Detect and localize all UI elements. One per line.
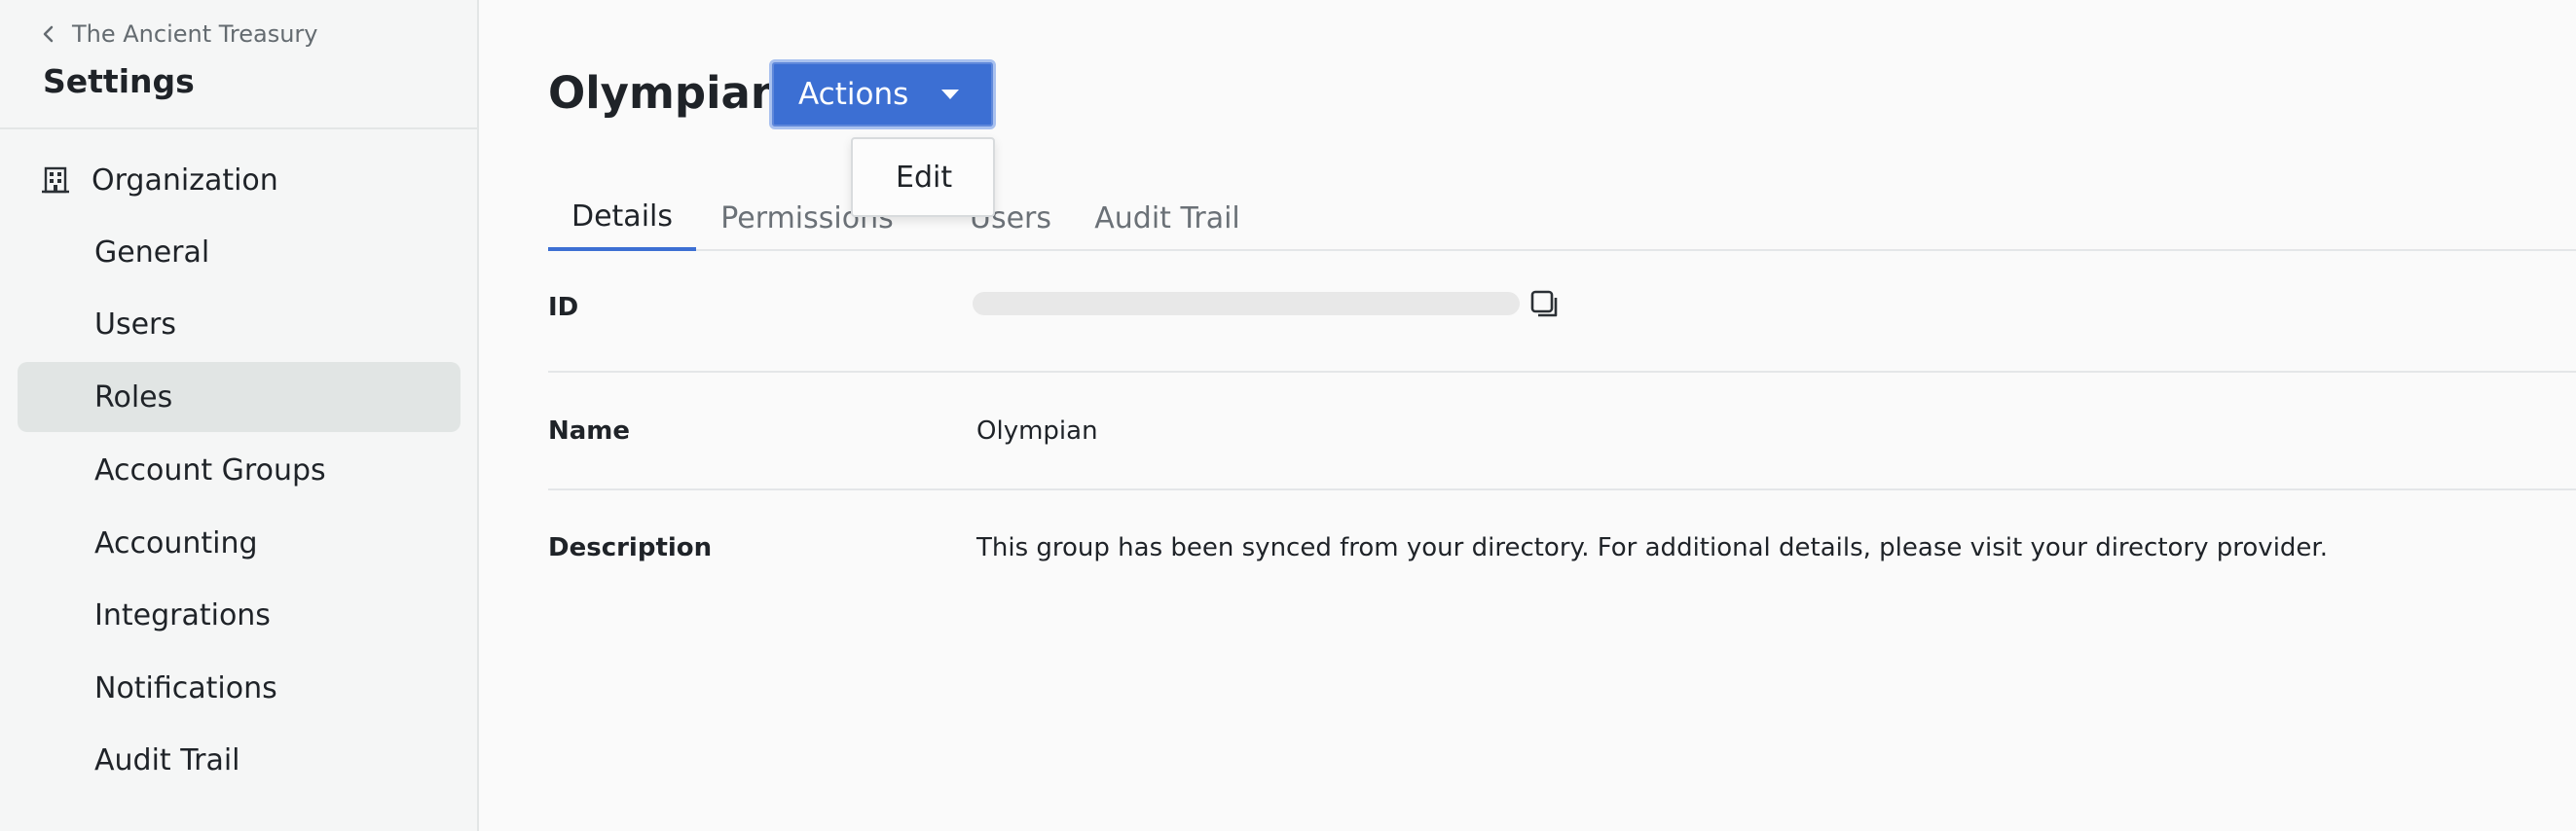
tab-label: Details bbox=[570, 199, 673, 234]
description-value: This group has been synced from your dir… bbox=[976, 533, 2328, 562]
caret-down-icon bbox=[941, 90, 959, 99]
sidebar-item-roles[interactable]: Roles bbox=[18, 362, 460, 432]
detail-row-description: Description This group has been synced f… bbox=[548, 490, 2576, 578]
chevron-left-icon bbox=[43, 25, 54, 43]
sidebar-item-integrations[interactable]: Integrations bbox=[18, 580, 460, 650]
sidebar-item-label: Integrations bbox=[94, 597, 271, 632]
sidebar-section-label: Organization bbox=[92, 163, 278, 198]
description-label: Description bbox=[548, 533, 713, 562]
sidebar-item-general[interactable]: General bbox=[18, 217, 460, 287]
sidebar-item-label: Account Groups bbox=[94, 452, 326, 488]
id-loading-placeholder bbox=[973, 292, 1520, 315]
back-link[interactable]: The Ancient Treasury bbox=[41, 18, 318, 51]
sidebar-item-label: Roles bbox=[94, 379, 173, 415]
tab-label: Audit Trail bbox=[1094, 200, 1240, 235]
app-root: The Ancient Treasury Settings Organizati… bbox=[0, 0, 2576, 831]
sidebar-item-users[interactable]: Users bbox=[18, 289, 460, 359]
sidebar-item-accounting[interactable]: Accounting bbox=[18, 508, 460, 578]
detail-row-name: Name Olympian bbox=[548, 373, 2576, 490]
sidebar-item-label: Accounting bbox=[94, 525, 258, 560]
detail-row-id: ID bbox=[548, 255, 2576, 373]
sidebar-item-notifications[interactable]: Notifications bbox=[18, 653, 460, 723]
copy-icon[interactable] bbox=[1529, 289, 1561, 320]
sidebar-item-label: Users bbox=[94, 307, 177, 342]
sidebar-section-organization: Organization bbox=[39, 156, 278, 204]
tab-details[interactable]: Details bbox=[548, 185, 696, 251]
sidebar-title: Settings bbox=[43, 62, 195, 100]
tab-audit-trail[interactable]: Audit Trail bbox=[1091, 185, 1243, 251]
actions-button-label: Actions bbox=[798, 77, 909, 112]
actions-button[interactable]: Actions bbox=[769, 59, 996, 129]
menu-item-edit[interactable]: Edit bbox=[853, 161, 952, 195]
building-icon bbox=[42, 166, 69, 194]
name-label: Name bbox=[548, 416, 631, 446]
name-value: Olympian bbox=[976, 416, 1098, 446]
back-link-label: The Ancient Treasury bbox=[72, 20, 318, 48]
sidebar-item-label: Audit Trail bbox=[94, 742, 240, 777]
sidebar-divider bbox=[0, 127, 477, 129]
sidebar-item-label: General bbox=[94, 235, 210, 270]
sidebar-item-audit-trail[interactable]: Audit Trail bbox=[18, 725, 460, 795]
settings-sidebar: The Ancient Treasury Settings Organizati… bbox=[0, 0, 479, 831]
actions-dropdown-menu: Edit bbox=[851, 137, 995, 217]
page-title: Olympian bbox=[548, 67, 782, 119]
id-label: ID bbox=[548, 293, 579, 322]
sidebar-item-account-groups[interactable]: Account Groups bbox=[18, 435, 460, 505]
sidebar-item-label: Notifications bbox=[94, 670, 277, 705]
